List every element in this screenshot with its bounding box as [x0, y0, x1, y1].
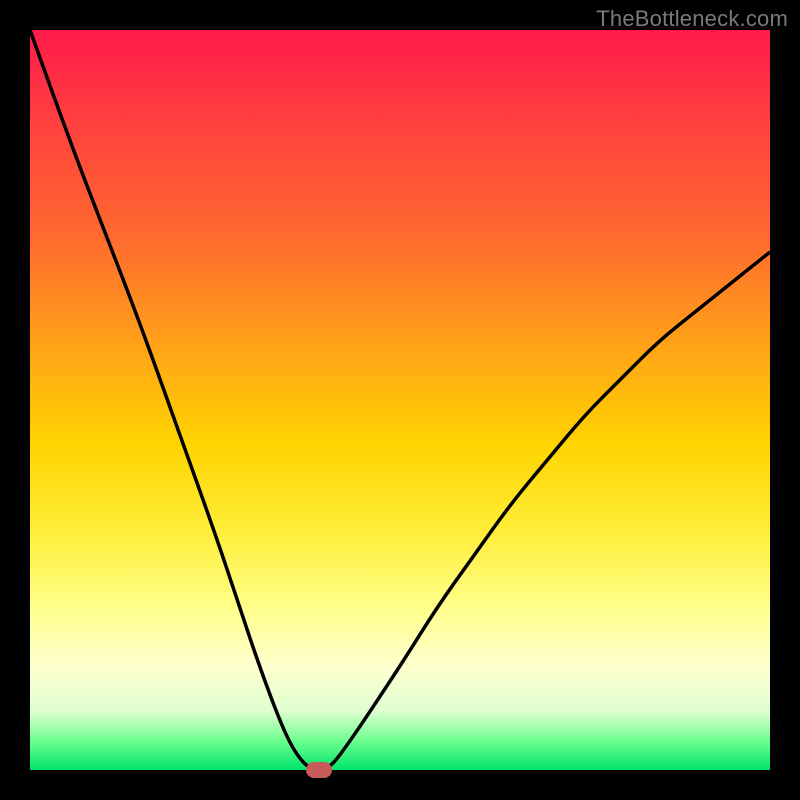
current-config-marker — [306, 762, 332, 778]
bottleneck-curve — [30, 30, 770, 770]
plot-area — [30, 30, 770, 770]
watermark-text: TheBottleneck.com — [596, 6, 788, 32]
curve-path — [30, 30, 770, 770]
